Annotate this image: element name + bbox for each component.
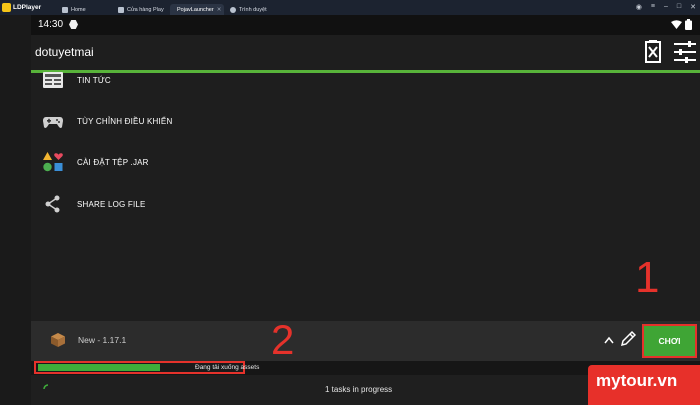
host-tab-pojavlauncher[interactable]: PojavLauncher ✕ [170, 4, 224, 15]
download-progress-text: Đang tải xuống assets [195, 364, 260, 371]
emulator-logo: LDPlayer [2, 2, 41, 13]
gamepad-shortcut-icon[interactable]: ◉ [636, 3, 642, 11]
notification-icon [69, 20, 78, 29]
host-tab-label: PojavLauncher [177, 6, 214, 13]
version-package-icon [51, 333, 65, 347]
launcher-bar: New - 1.17.1 CHƠI [31, 321, 700, 361]
host-tab-home[interactable]: Home [58, 4, 112, 15]
menu-item-label: TÙY CHỈNH ĐIỀU KHIỂN [77, 116, 173, 126]
host-tab-label: Cửa hàng Play [127, 6, 164, 13]
annotation-step-1: 1 [635, 253, 660, 302]
status-icons [671, 19, 692, 30]
menu-item-news[interactable]: TIN TỨC [31, 62, 700, 98]
ldplayer-logo-icon [2, 3, 11, 12]
edit-profile-icon[interactable] [619, 330, 637, 348]
tasks-in-progress-text: 1 tasks in progress [325, 385, 393, 394]
emulator-side-strip [0, 15, 31, 405]
menu-item-install-jar[interactable]: CÀI ĐẶT TỆP .JAR [31, 144, 700, 180]
play-store-icon [118, 6, 124, 13]
status-bar: 14:30 [31, 15, 700, 35]
home-icon [62, 6, 68, 13]
maximize-icon[interactable]: □ [677, 3, 681, 11]
wifi-icon [671, 20, 682, 29]
status-time: 14:30 [38, 19, 64, 30]
close-window-icon[interactable]: ✕ [690, 3, 696, 11]
download-progress-bar: Đang tải xuống assets [34, 361, 259, 374]
menu-icon[interactable]: ≡ [651, 3, 655, 11]
annotation-step-2: 2 [271, 316, 295, 363]
mytour-watermark: mytour.vn [588, 365, 700, 405]
share-icon [45, 195, 60, 213]
host-tab-label: Home [71, 6, 86, 13]
gamepad-icon [43, 117, 63, 128]
host-tab-label: Trình duyệt [239, 6, 267, 13]
menu-item-label: TIN TỨC [77, 75, 111, 85]
host-tab-browser[interactable]: Trình duyệt [226, 4, 280, 15]
news-icon [43, 72, 63, 88]
menu-item-share-log[interactable]: SHARE LOG FILE [31, 186, 700, 222]
android-screen: 14:30 dotuyetmai TIN TỨC TÙY CHỈNH ĐIỀU … [31, 15, 700, 405]
battery-icon [685, 19, 692, 30]
shapes-icon [43, 152, 63, 172]
chevron-up-icon[interactable] [603, 331, 615, 349]
emulator-app-name: LDPlayer [13, 4, 42, 11]
window-controls: ◉ ≡ – □ ✕ [636, 3, 696, 11]
close-tab-icon[interactable]: ✕ [217, 7, 222, 13]
version-selector[interactable]: New - 1.17.1 [78, 335, 126, 345]
menu-item-custom-controls[interactable]: TÙY CHỈNH ĐIỀU KHIỂN [31, 103, 700, 139]
host-tab-play-store[interactable]: Cửa hàng Play [114, 4, 168, 15]
play-button[interactable]: CHƠI [642, 324, 697, 358]
loading-spinner-icon [43, 384, 49, 390]
menu-item-label: SHARE LOG FILE [77, 199, 146, 209]
browser-icon [230, 6, 236, 13]
download-progress-fill [38, 364, 161, 371]
menu-item-label: CÀI ĐẶT TỆP .JAR [77, 157, 149, 167]
account-name: dotuyetmai [35, 45, 94, 59]
emulator-title-bar: LDPlayer Home Cửa hàng Play PojavLaunche… [0, 0, 700, 15]
watermark-text: mytour.vn [596, 371, 678, 390]
minimize-icon[interactable]: – [664, 3, 668, 11]
